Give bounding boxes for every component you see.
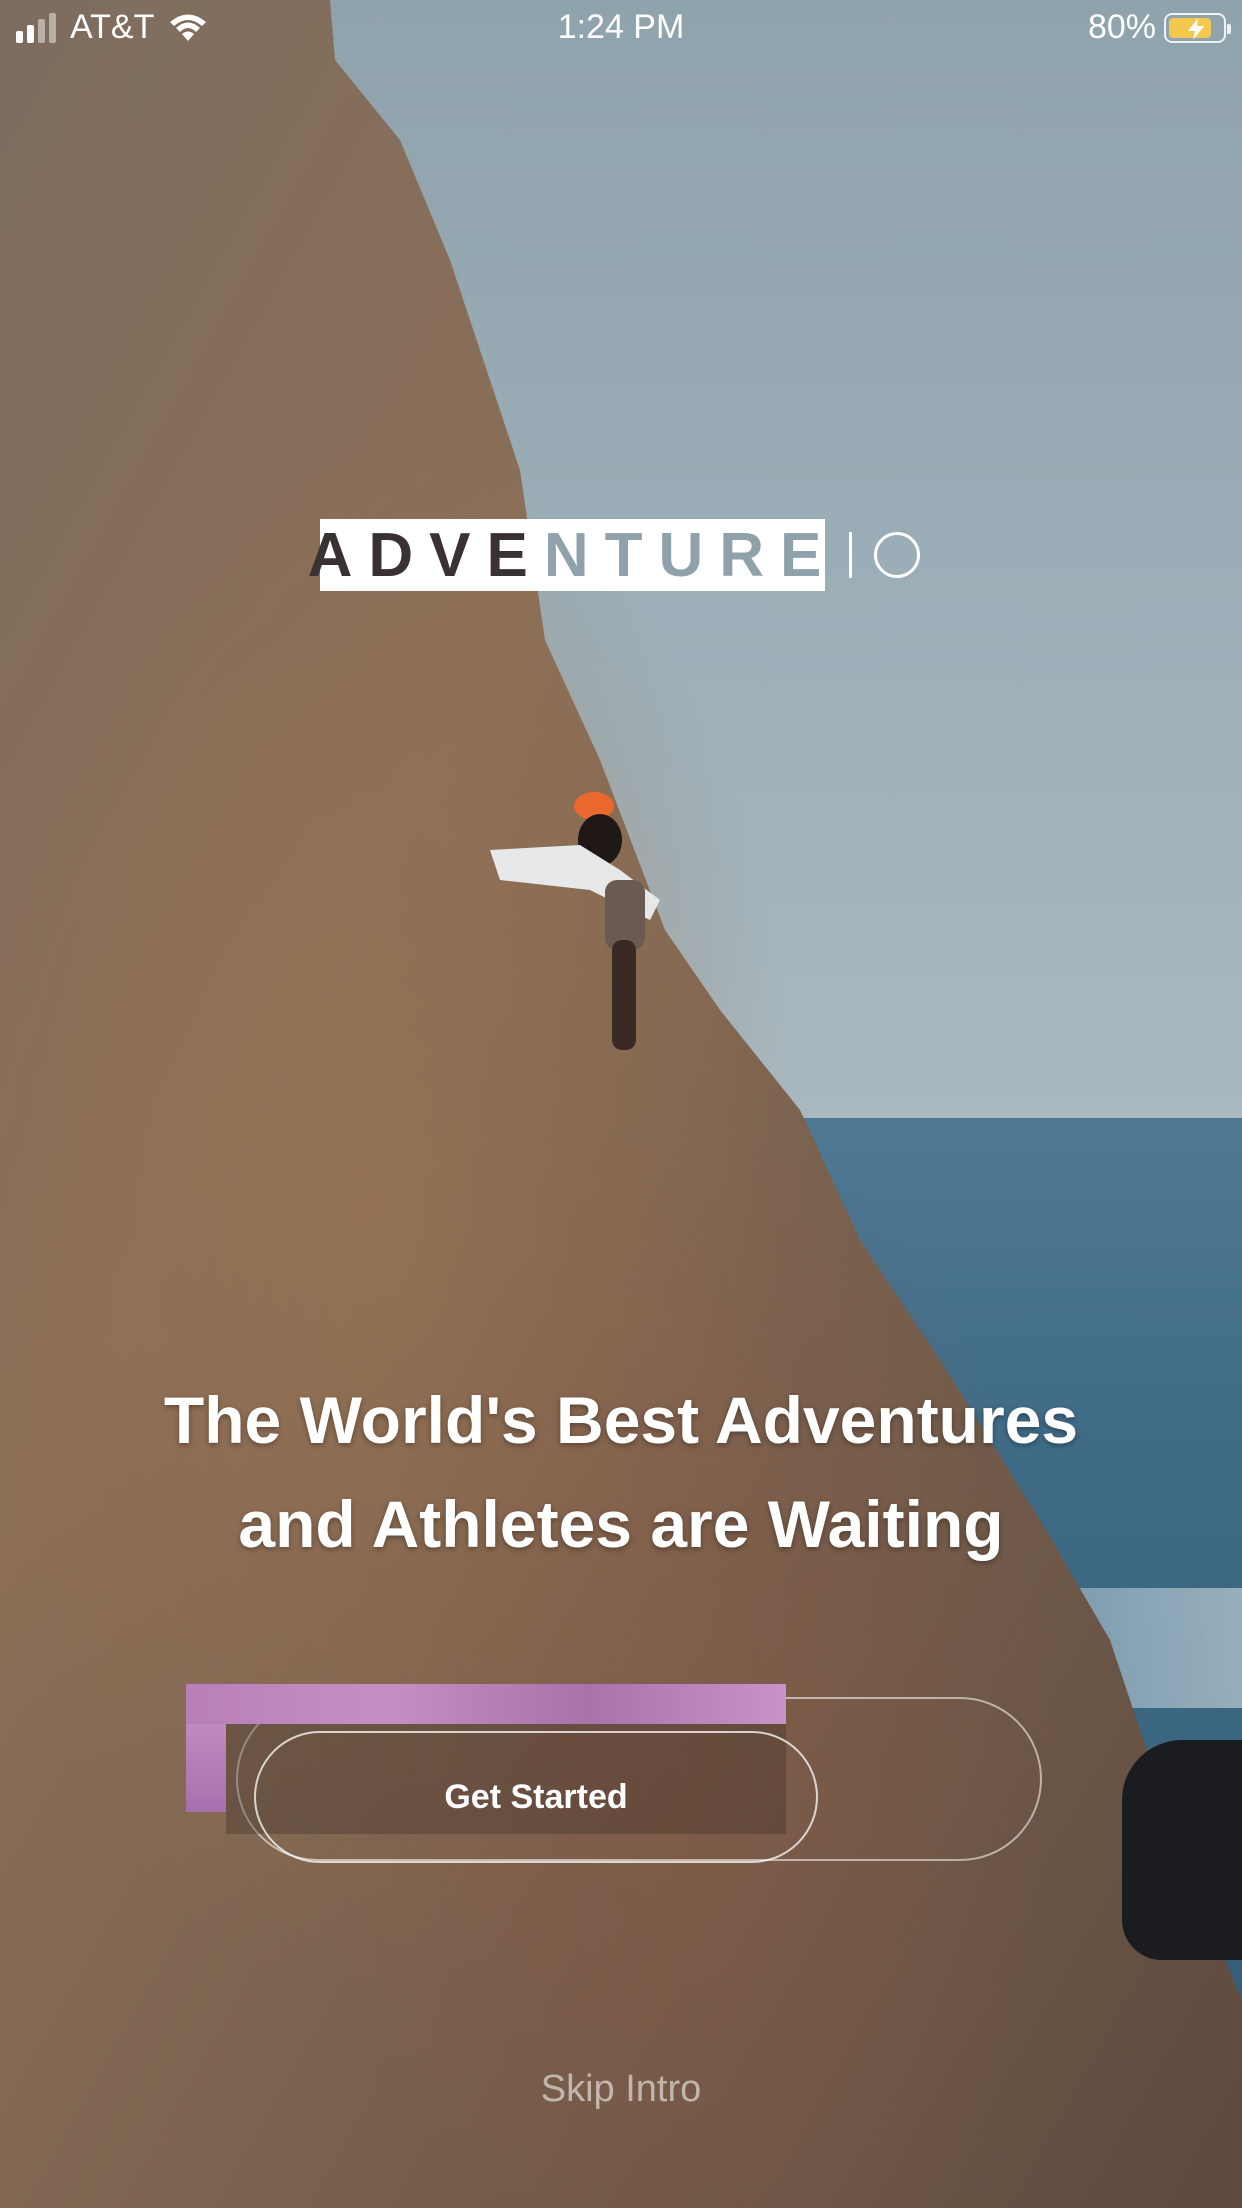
adventure-logo: ADVE NTURE: [308, 519, 920, 591]
hero-headline: The World's Best Adventures and Athletes…: [80, 1368, 1162, 1576]
battery-percent: 80%: [1087, 8, 1156, 46]
skip-intro-link[interactable]: Skip Intro: [0, 2068, 1242, 2111]
logo-text-dark: ADVE: [307, 520, 544, 590]
cliff-rock: [0, 0, 1242, 2208]
logo-separator: [849, 532, 852, 578]
logo-wordmark: ADVE NTURE: [308, 519, 825, 591]
background-video: [0, 0, 1242, 2208]
clock: 1:24 PM: [557, 8, 685, 46]
logo-circle-icon: [874, 532, 920, 578]
status-bar: AT&T 1:24 PM 80%: [0, 0, 1242, 58]
shore-rocks: [1122, 1740, 1242, 1960]
battery-icon: [1164, 12, 1231, 43]
get-started-label: Get Started: [444, 1777, 628, 1816]
headline-line-2: and Athletes are Waiting: [238, 1487, 1004, 1561]
glitch-bar: [186, 1684, 786, 1724]
charging-bolt-icon: [1188, 17, 1204, 40]
get-started-button[interactable]: Get Started: [254, 1731, 818, 1863]
glitch-edge: [186, 1724, 226, 1812]
logo-text-light: NTURE: [543, 520, 838, 590]
headline-line-1: The World's Best Adventures: [163, 1383, 1079, 1457]
status-right: 80%: [1087, 8, 1231, 47]
